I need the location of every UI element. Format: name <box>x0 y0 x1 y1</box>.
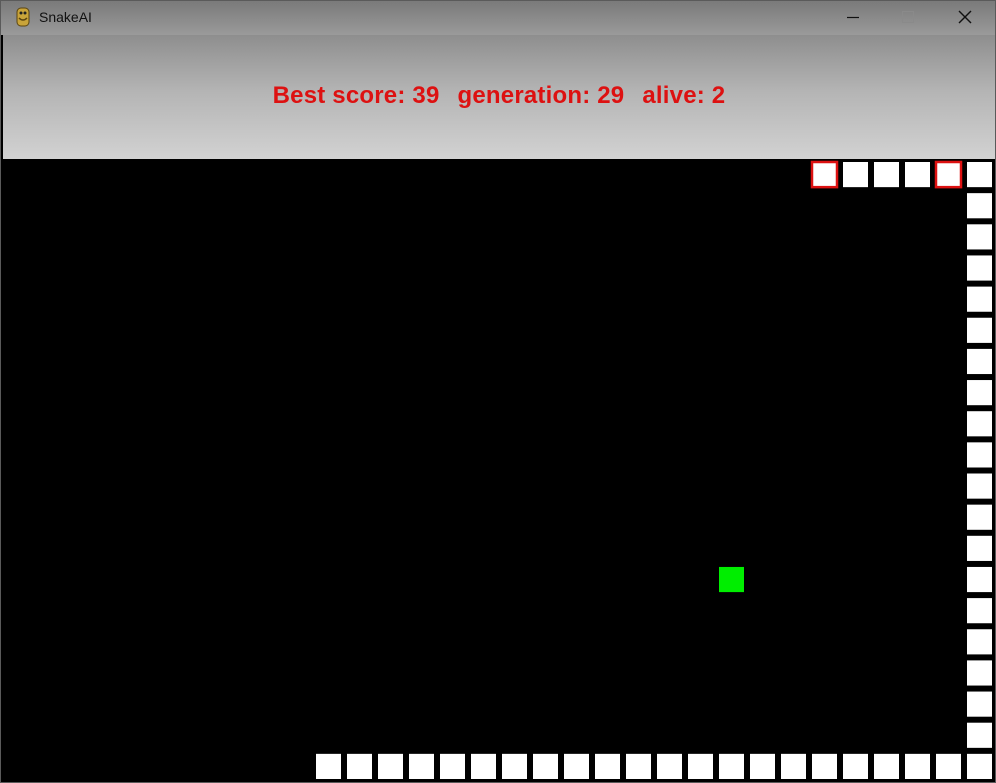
python-icon <box>14 7 32 27</box>
snake-segment <box>812 753 837 779</box>
snake-segment <box>967 193 992 219</box>
alive-label: alive: 2 <box>642 82 726 109</box>
snake-segment <box>595 753 620 779</box>
snake-segment <box>967 660 992 686</box>
snake-segment <box>967 442 992 468</box>
snake-segment <box>347 753 372 779</box>
game-board-canvas <box>316 160 992 779</box>
maximize-icon <box>902 11 914 23</box>
snake-segment <box>967 255 992 281</box>
snake-segment <box>626 753 651 779</box>
window-title: SnakeAI <box>39 9 92 25</box>
snake-segment <box>843 753 868 779</box>
snake-segment <box>967 504 992 530</box>
snake-segment <box>967 286 992 312</box>
snake-segment <box>967 162 992 188</box>
snake-head <box>810 160 839 189</box>
maximize-button[interactable] <box>885 1 931 33</box>
close-button[interactable] <box>942 1 988 33</box>
minimize-icon <box>847 16 859 19</box>
generation-label: generation: 29 <box>457 82 625 109</box>
snake-segment <box>564 753 589 779</box>
game-board <box>3 159 995 782</box>
snake-segment <box>533 753 558 779</box>
app-window: SnakeAI Best score: 39 generation: 29 aliv… <box>0 0 996 783</box>
snake-segment <box>719 753 744 779</box>
snake-segment <box>781 753 806 779</box>
snake-segment <box>905 162 930 188</box>
snake-segment <box>967 535 992 561</box>
snake-segment <box>409 753 434 779</box>
snake-segment <box>750 753 775 779</box>
snake-segment <box>967 317 992 343</box>
hud-stats: Best score: 39 generation: 29 alive: 2 <box>3 82 995 110</box>
snake-segment <box>967 753 992 779</box>
snake-segment <box>316 753 341 779</box>
snake-segment <box>967 629 992 655</box>
snake-head <box>934 160 963 189</box>
snake-segment <box>967 224 992 250</box>
close-icon <box>958 10 972 24</box>
snake-segment <box>905 753 930 779</box>
snake-segment <box>471 753 496 779</box>
food-pellet <box>719 566 744 593</box>
snake-segment <box>688 753 713 779</box>
snake-segment <box>967 473 992 499</box>
hud-panel: Best score: 39 generation: 29 alive: 2 <box>3 35 995 159</box>
snake-segment <box>843 162 868 188</box>
snake-segment <box>874 753 899 779</box>
snake-segment <box>967 566 992 593</box>
snake-segment <box>936 753 961 779</box>
title-bar[interactable]: SnakeAI <box>1 1 995 35</box>
snake-segment <box>378 753 403 779</box>
snake-segment <box>967 598 992 624</box>
snake-segment <box>502 753 527 779</box>
snake-segment <box>967 380 992 406</box>
snake-segment <box>657 753 682 779</box>
minimize-button[interactable] <box>830 1 876 33</box>
snake-segment <box>967 411 992 437</box>
snake-segment <box>967 722 992 748</box>
snake-segment <box>440 753 465 779</box>
snake-segment <box>967 348 992 375</box>
best-score-label: Best score: 39 <box>272 82 440 109</box>
snake-segment <box>874 162 899 188</box>
snake-segment <box>967 691 992 717</box>
